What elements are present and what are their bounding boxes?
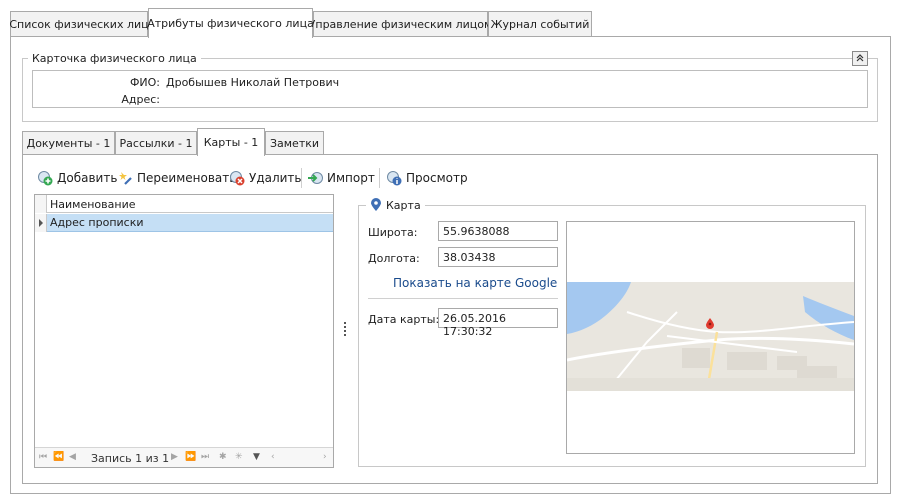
scroll-left-icon[interactable]: ‹	[271, 452, 275, 462]
tab-label: Журнал событий	[490, 18, 590, 31]
record-counter: Запись 1 из 1	[91, 452, 170, 465]
delete-button[interactable]: Удалить	[229, 168, 302, 188]
latitude-field[interactable]: 55.9638088	[438, 221, 558, 241]
map-date-field[interactable]: 26.05.2016 17:30:32	[438, 308, 558, 338]
tab-label: Карты - 1	[203, 136, 259, 149]
fio-value: Дробышев Николай Петрович	[166, 76, 340, 89]
column-header-name[interactable]: Наименование	[50, 198, 135, 211]
grid-navigator: ⏮ ⏪ ◀ Запись 1 из 1 ▶ ⏩ ⏭ ✱ ✳ ▼ ‹ ›	[35, 447, 333, 467]
longitude-field[interactable]: 38.03438	[438, 247, 558, 267]
map-graphic	[567, 282, 854, 391]
latitude-label: Широта:	[368, 226, 418, 239]
row-pointer-icon	[39, 219, 43, 227]
info-icon	[387, 171, 402, 186]
table-cell: Адрес прописки	[50, 216, 144, 229]
tab-event-log[interactable]: Журнал событий	[488, 11, 592, 37]
field-divider	[368, 298, 558, 299]
row-indicator-header	[35, 195, 47, 213]
longitude-label: Долгота:	[368, 252, 420, 265]
delete-label: Удалить	[249, 171, 302, 185]
last-page-icon[interactable]: ⏭	[201, 452, 209, 462]
add-label: Добавить	[57, 171, 118, 185]
add-button[interactable]: Добавить	[37, 168, 117, 188]
maps-grid: Наименование Адрес прописки ⏮ ⏪ ◀ Запись…	[34, 194, 334, 468]
next-page-icon[interactable]: ⏩	[185, 452, 196, 462]
grid-header: Наименование	[35, 195, 333, 213]
map-group-title: Карта	[366, 198, 425, 212]
toolbar-separator	[301, 168, 302, 188]
splitter-handle[interactable]	[344, 322, 347, 338]
map-title-label: Карта	[386, 198, 421, 212]
tab-mailings[interactable]: Рассылки - 1	[115, 131, 197, 155]
tab-label: Заметки	[269, 137, 320, 150]
tab-label: Список физических лиц	[9, 18, 149, 31]
rename-label: Переименовать	[137, 171, 237, 185]
person-card-title: Карточка физического лица	[28, 52, 201, 65]
first-page-icon[interactable]: ⏮	[39, 452, 47, 462]
show-on-google-link[interactable]: Показать на карте Google	[393, 276, 557, 290]
map-date-label: Дата карты:	[368, 313, 440, 326]
rename-icon	[119, 172, 132, 185]
filter-icon[interactable]: ▼	[253, 452, 260, 462]
tab-notes[interactable]: Заметки	[265, 131, 324, 155]
tab-person-attributes[interactable]: Атрибуты физического лица	[147, 8, 314, 38]
prev-record-icon[interactable]: ◀	[69, 452, 76, 462]
tab-label: Управление физическим лицом	[308, 18, 493, 31]
rename-button[interactable]: Переименовать	[117, 168, 236, 188]
append-record-icon[interactable]: ✱	[219, 452, 227, 462]
prev-page-icon[interactable]: ⏪	[53, 452, 64, 462]
next-record-icon[interactable]: ▶	[171, 452, 178, 462]
delete-icon	[230, 171, 245, 186]
tab-maps[interactable]: Карты - 1	[197, 128, 265, 156]
collapse-button[interactable]	[852, 51, 868, 66]
edit-record-icon[interactable]: ✳	[235, 452, 243, 462]
scroll-right-icon[interactable]: ›	[323, 452, 327, 462]
address-label: Адрес:	[121, 93, 160, 106]
map-image[interactable]	[567, 282, 854, 391]
view-button[interactable]: Просмотр	[386, 168, 468, 188]
tab-person-management[interactable]: Управление физическим лицом	[309, 11, 492, 37]
tab-persons-list[interactable]: Список физических лиц	[9, 11, 149, 37]
tab-label: Атрибуты физического лица	[147, 17, 314, 30]
fio-label: ФИО:	[129, 76, 160, 89]
tab-label: Рассылки - 1	[119, 137, 193, 150]
import-button[interactable]: Импорт	[307, 168, 375, 188]
tab-documents[interactable]: Документы - 1	[22, 131, 115, 155]
table-row[interactable]: Адрес прописки	[35, 214, 333, 232]
import-icon	[308, 172, 323, 184]
double-chevron-up-icon	[856, 54, 864, 62]
view-label: Просмотр	[406, 171, 468, 185]
row-indicator	[35, 214, 47, 232]
toolbar-separator	[379, 168, 380, 188]
tab-label: Документы - 1	[26, 137, 111, 150]
location-pin-icon	[371, 198, 381, 211]
add-icon	[38, 171, 53, 186]
import-label: Импорт	[327, 171, 375, 185]
